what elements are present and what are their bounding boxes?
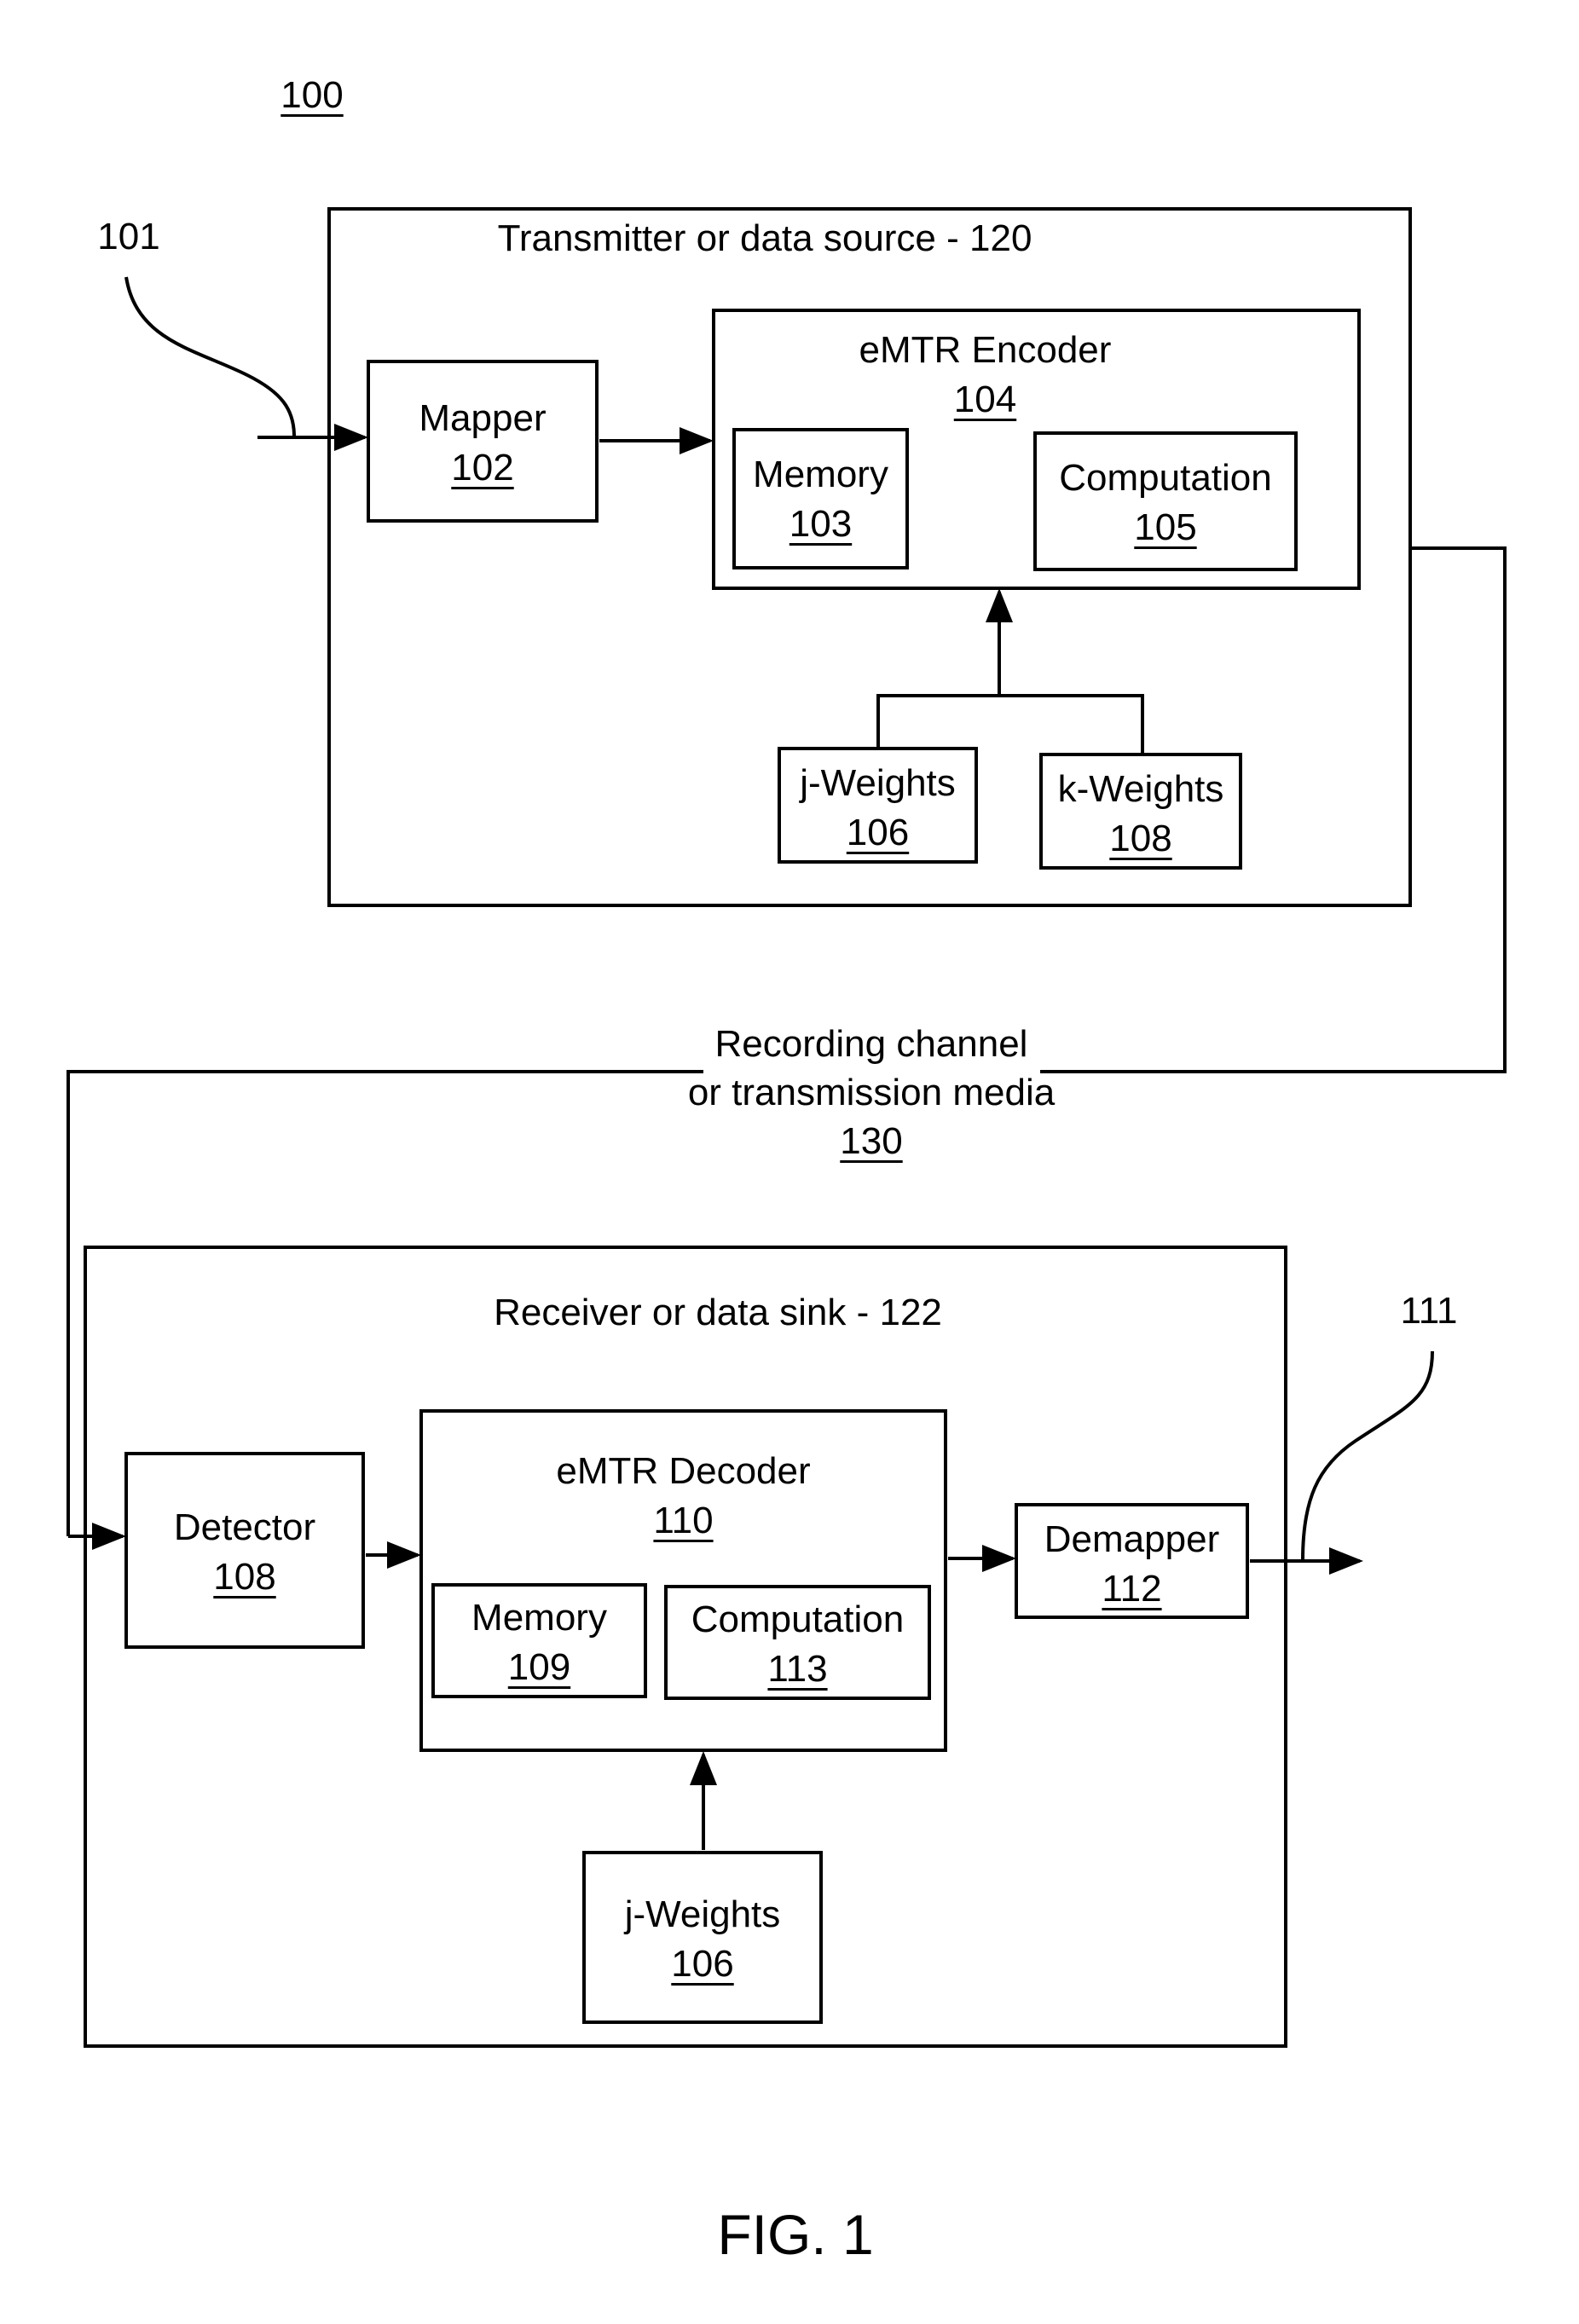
encoder-computation-label: Computation <box>1059 457 1272 499</box>
decoder-ref: 110 <box>653 1500 714 1541</box>
mapper-block: Mapper 102 <box>367 360 599 523</box>
decoder-computation-ref: 113 <box>767 1648 828 1690</box>
tx-j-weights-ref: 106 <box>846 812 910 853</box>
tx-k-weights-block: k-Weights 108 <box>1039 753 1242 870</box>
input-ref-leader <box>124 276 296 437</box>
demapper-block: Demapper 112 <box>1015 1503 1249 1619</box>
tx-k-weights-label: k-Weights <box>1057 768 1224 810</box>
demapper-ref: 112 <box>1102 1568 1162 1610</box>
transmitter-title: Transmitter or data source - 120 <box>497 217 1032 259</box>
tx-k-weights-ref: 108 <box>1109 818 1172 859</box>
encoder-computation-ref: 105 <box>1134 506 1197 548</box>
output-ref-leader <box>1301 1350 1434 1561</box>
decoder-block: eMTR Decoder 110 <box>419 1409 947 1752</box>
encoder-label: eMTR Encoder <box>859 329 1112 371</box>
channel-label: Recording channel or transmission media … <box>688 1020 1055 1165</box>
channel-line-2: or transmission media <box>687 1072 1056 1113</box>
detector-label: Detector <box>173 1506 316 1548</box>
detector-block: Detector 108 <box>124 1452 365 1649</box>
detector-ref: 108 <box>213 1556 276 1598</box>
channel-ref: 130 <box>840 1120 903 1162</box>
decoder-memory-block: Memory 109 <box>431 1583 647 1698</box>
output-ref-label: 111 <box>1400 1290 1458 1332</box>
decoder-computation-label: Computation <box>691 1598 905 1640</box>
input-ref-label: 101 <box>97 216 160 257</box>
channel-line-1: Recording channel <box>714 1023 1028 1065</box>
encoder-ref: 104 <box>953 379 1017 420</box>
rx-j-weights-ref: 106 <box>671 1943 734 1985</box>
encoder-memory-block: Memory 103 <box>732 428 909 569</box>
receiver-title: Receiver or data sink - 122 <box>494 1292 942 1333</box>
decoder-label: eMTR Decoder <box>556 1450 811 1492</box>
encoder-memory-ref: 103 <box>789 503 853 545</box>
tx-j-weights-label: j-Weights <box>800 762 956 804</box>
mapper-ref: 102 <box>451 447 514 489</box>
encoder-memory-label: Memory <box>753 454 888 495</box>
mapper-label: Mapper <box>419 397 547 439</box>
figure-caption: FIG. 1 <box>717 2203 874 2266</box>
decoder-memory-label: Memory <box>471 1597 607 1639</box>
tx-j-weights-block: j-Weights 106 <box>778 747 978 864</box>
figure-ref: 100 <box>281 74 344 116</box>
rx-j-weights-block: j-Weights 106 <box>582 1851 823 2024</box>
decoder-computation-block: Computation 113 <box>664 1585 931 1700</box>
decoder-memory-ref: 109 <box>507 1646 571 1688</box>
demapper-label: Demapper <box>1044 1518 1220 1560</box>
encoder-computation-block: Computation 105 <box>1033 431 1298 571</box>
rx-j-weights-label: j-Weights <box>624 1893 781 1935</box>
